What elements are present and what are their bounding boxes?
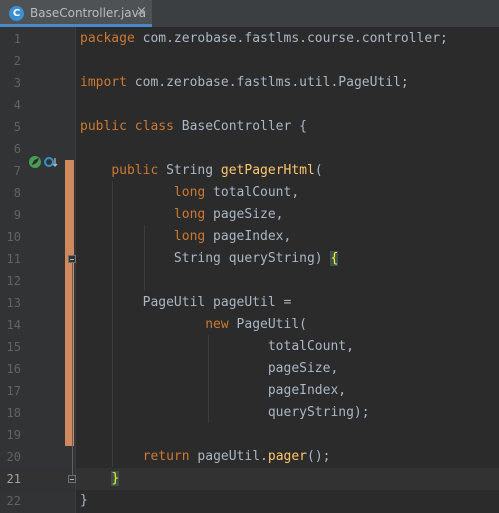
spring-bean-icon[interactable] bbox=[28, 155, 42, 169]
method-name: getPagerHtml bbox=[220, 163, 315, 178]
close-icon[interactable]: × bbox=[136, 4, 147, 20]
tab-basecontroller[interactable]: C BaseController.java × bbox=[0, 0, 152, 27]
code-text: com.zerobase.fastlms.course.controller; bbox=[134, 31, 448, 46]
line-number: 9 bbox=[13, 208, 21, 222]
line-number: 19 bbox=[6, 428, 21, 442]
code-text: PageUtil pageUtil = bbox=[80, 295, 292, 310]
line-number: 14 bbox=[6, 318, 21, 332]
code-text: com.zerobase.fastlms.util.PageUtil; bbox=[126, 75, 409, 90]
keyword: return bbox=[142, 449, 190, 464]
code-text: String bbox=[158, 163, 221, 178]
keyword: public bbox=[111, 163, 159, 178]
code-line-13[interactable]: PageUtil pageUtil = bbox=[80, 292, 292, 314]
line-number: 22 bbox=[6, 494, 21, 508]
line-number-current: 21 bbox=[6, 472, 21, 486]
fold-icon[interactable] bbox=[68, 475, 76, 483]
code-line-1[interactable]: package com.zerobase.fastlms.course.cont… bbox=[80, 28, 448, 50]
gutter-separator bbox=[75, 27, 76, 513]
line-number: 2 bbox=[13, 54, 21, 68]
line-number: 8 bbox=[13, 186, 21, 200]
line-number: 17 bbox=[6, 384, 21, 398]
code-text: ( bbox=[314, 163, 323, 178]
code-line-21[interactable]: } bbox=[80, 468, 120, 490]
code-text: queryString); bbox=[80, 405, 370, 420]
tab-label: BaseController.java bbox=[30, 6, 147, 20]
code-line-18[interactable]: queryString); bbox=[80, 402, 370, 424]
code-line-3[interactable]: import com.zerobase.fastlms.util.PageUti… bbox=[80, 72, 409, 94]
matched-brace: { bbox=[330, 251, 339, 266]
editor-tab-bar: C BaseController.java × bbox=[0, 0, 499, 27]
code-line-10[interactable]: long pageIndex, bbox=[80, 226, 291, 248]
line-number: 3 bbox=[13, 76, 21, 90]
keyword: public class bbox=[80, 119, 174, 134]
code-text: PageUtil( bbox=[228, 317, 307, 332]
code-text: pageUtil. bbox=[189, 449, 268, 464]
code-text: (); bbox=[307, 449, 331, 464]
code-line-5[interactable]: public class BaseController { bbox=[80, 116, 307, 138]
current-line-highlight bbox=[76, 468, 499, 490]
method-name: pager bbox=[267, 449, 308, 464]
line-number: 5 bbox=[13, 120, 21, 134]
code-line-15[interactable]: totalCount, bbox=[80, 336, 354, 358]
keyword: import bbox=[80, 75, 127, 90]
line-number: 18 bbox=[6, 406, 21, 420]
code-line-7[interactable]: public String getPagerHtml( bbox=[80, 160, 323, 182]
line-number: 13 bbox=[6, 296, 21, 310]
implementation-down-icon[interactable] bbox=[44, 155, 58, 169]
keyword: long bbox=[173, 185, 206, 200]
java-class-file-icon: C bbox=[9, 6, 24, 21]
keyword: new bbox=[205, 317, 229, 332]
matched-brace: } bbox=[111, 471, 120, 486]
code-line-20[interactable]: return pageUtil.pager(); bbox=[80, 446, 331, 468]
code-line-8[interactable]: long totalCount, bbox=[80, 182, 299, 204]
line-number: 7 bbox=[13, 164, 21, 178]
code-text: totalCount, bbox=[80, 339, 354, 354]
line-number: 12 bbox=[6, 274, 21, 288]
line-number: 1 bbox=[13, 32, 21, 46]
code-text: pageSize, bbox=[205, 207, 284, 222]
code-text: pageIndex, bbox=[205, 229, 292, 244]
line-number: 11 bbox=[6, 252, 21, 266]
code-text: BaseController { bbox=[173, 119, 307, 134]
code-line-22[interactable]: } bbox=[80, 490, 88, 512]
line-number: 6 bbox=[13, 142, 21, 156]
code-text: pageIndex, bbox=[80, 383, 347, 398]
fold-guide bbox=[72, 263, 73, 477]
line-number: 10 bbox=[6, 230, 21, 244]
line-number: 4 bbox=[13, 98, 21, 112]
line-number: 16 bbox=[6, 362, 21, 376]
keyword: long bbox=[173, 229, 206, 244]
code-editor[interactable]: 1 2 3 4 5 6 7 8 9 10 11 12 13 14 15 16 1… bbox=[0, 27, 499, 513]
fold-icon[interactable] bbox=[68, 255, 76, 263]
code-line-11[interactable]: String queryString) { bbox=[80, 248, 339, 270]
code-text: pageSize, bbox=[80, 361, 339, 376]
code-text: String queryString) bbox=[173, 251, 331, 266]
keyword: package bbox=[80, 31, 135, 46]
code-line-17[interactable]: pageIndex, bbox=[80, 380, 346, 402]
keyword: long bbox=[173, 207, 206, 222]
code-text: } bbox=[80, 493, 88, 508]
code-line-16[interactable]: pageSize, bbox=[80, 358, 338, 380]
code-line-9[interactable]: long pageSize, bbox=[80, 204, 284, 226]
code-line-14[interactable]: new PageUtil( bbox=[80, 314, 307, 336]
line-number: 15 bbox=[6, 340, 21, 354]
code-text: totalCount, bbox=[205, 185, 300, 200]
line-number: 20 bbox=[6, 450, 21, 464]
